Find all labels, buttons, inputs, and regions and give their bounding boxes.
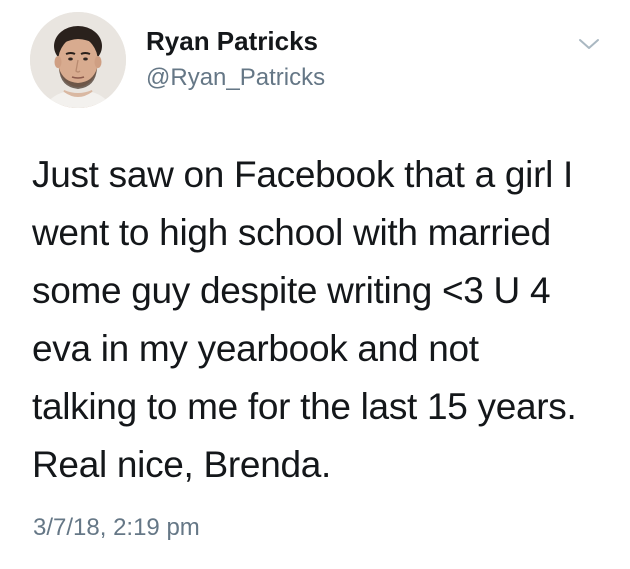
display-name[interactable]: Ryan Patricks: [146, 26, 318, 57]
avatar[interactable]: [30, 12, 126, 108]
tweet-timestamp[interactable]: 3/7/18, 2:19 pm: [33, 514, 200, 542]
tweet-text-line: Just saw on Facebook that a girl I: [32, 154, 573, 195]
chevron-down-icon[interactable]: [576, 34, 602, 54]
avatar-photo: [30, 12, 126, 108]
tweet-text-line: talking to me for the last 15 years.: [32, 386, 577, 427]
tweet-text: Just saw on Facebook that a girl I went …: [32, 146, 612, 494]
user-handle[interactable]: @Ryan_Patricks: [146, 64, 325, 92]
tweet-text-line: went to high school with married: [32, 212, 551, 253]
tweet-text-line: eva in my yearbook and not: [32, 328, 479, 369]
tweet-card: Ryan Patricks @Ryan_Patricks Just saw on…: [0, 0, 630, 569]
tweet-text-line: some guy despite writing <3 U 4: [32, 270, 551, 311]
tweet-text-line: Real nice, Brenda.: [32, 444, 332, 485]
